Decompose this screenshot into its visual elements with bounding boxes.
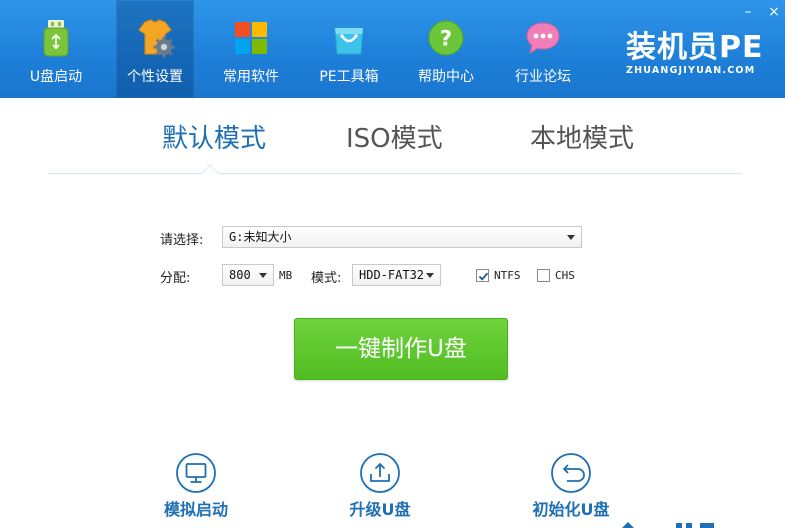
nav-item-help-center[interactable]: ? 帮助中心 <box>407 0 485 98</box>
chevron-down-icon <box>259 273 267 278</box>
alloc-size-select[interactable]: 800 <box>222 264 274 286</box>
format-mode-select[interactable]: HDD-FAT32 <box>352 264 441 286</box>
chs-label: CHS <box>555 269 575 282</box>
nav-item-usb-boot[interactable]: U盘启动 <box>17 0 95 98</box>
device-select[interactable]: G:未知大小 <box>222 226 582 248</box>
upgrade-usb-label: 升级U盘 <box>349 500 411 519</box>
nav-item-personalize[interactable]: 个性设置 <box>116 0 194 98</box>
apps-grid-icon <box>235 22 267 54</box>
nav-item-common-software[interactable]: 常用软件 <box>212 0 290 98</box>
chat-bubble-icon <box>526 22 560 55</box>
decorative-corner-graphic <box>622 522 714 528</box>
svg-text:?: ? <box>440 27 452 51</box>
device-select-label: 请选择: <box>160 233 204 248</box>
mode-label: 模式: <box>311 271 342 286</box>
monitor-icon <box>176 453 216 493</box>
alloc-size-value: 800 <box>229 268 251 282</box>
upload-icon <box>360 453 400 493</box>
initialize-usb-button[interactable]: 初始化U盘 <box>516 450 626 528</box>
tab-divider <box>48 173 742 174</box>
tab-iso-mode[interactable]: ISO模式 <box>346 118 443 155</box>
nav-item-label: 个性设置 <box>127 69 183 85</box>
one-click-make-usb-button[interactable]: 一键制作U盘 <box>294 318 508 380</box>
simulate-boot-label: 模拟启动 <box>163 500 228 519</box>
nav-item-label: U盘启动 <box>29 69 83 85</box>
nav-item-label: 帮助中心 <box>418 69 474 85</box>
logo-title: 装机员PE <box>626 30 764 65</box>
tab-local-mode[interactable]: 本地模式 <box>530 118 634 155</box>
nav-item-label: 行业论坛 <box>515 69 571 85</box>
alloc-unit: MB <box>279 269 293 282</box>
checkmark-icon <box>478 272 489 281</box>
upgrade-usb-button[interactable]: 升级U盘 <box>325 450 435 528</box>
top-navigation-bar: U盘启动 个性设置 常用软件 PE工具箱 ? 帮助中心 行业论坛 – × 装机员… <box>0 0 785 98</box>
device-select-value: G:未知大小 <box>229 230 292 244</box>
close-button[interactable]: × <box>766 4 782 20</box>
undo-icon <box>551 453 591 493</box>
tab-default-mode[interactable]: 默认模式 <box>162 118 266 155</box>
logo-domain: ZHUANGJIYUAN.COM <box>626 65 756 76</box>
tshirt-gear-icon <box>138 19 175 58</box>
chs-checkbox[interactable] <box>537 269 550 282</box>
usb-drive-icon <box>43 20 69 57</box>
shopping-bag-icon <box>334 27 364 55</box>
chevron-down-icon <box>426 273 434 278</box>
format-mode-value: HDD-FAT32 <box>359 268 425 282</box>
nav-item-label: PE工具箱 <box>319 69 379 85</box>
brand-logo: 装机员PE ZHUANGJIYUAN.COM <box>626 31 776 81</box>
nav-item-forum[interactable]: 行业论坛 <box>504 0 582 98</box>
active-tab-pointer <box>201 164 219 182</box>
chevron-down-icon <box>567 235 575 240</box>
initialize-usb-label: 初始化U盘 <box>532 500 610 519</box>
nav-item-pe-toolbox[interactable]: PE工具箱 <box>310 0 388 98</box>
minimize-button[interactable]: – <box>740 4 756 20</box>
ntfs-checkbox[interactable] <box>476 269 489 282</box>
simulate-boot-button[interactable]: 模拟启动 <box>141 450 251 528</box>
help-question-icon: ? <box>428 20 464 56</box>
nav-item-label: 常用软件 <box>223 69 279 85</box>
ntfs-label: NTFS <box>494 269 521 282</box>
alloc-label: 分配: <box>160 271 191 286</box>
